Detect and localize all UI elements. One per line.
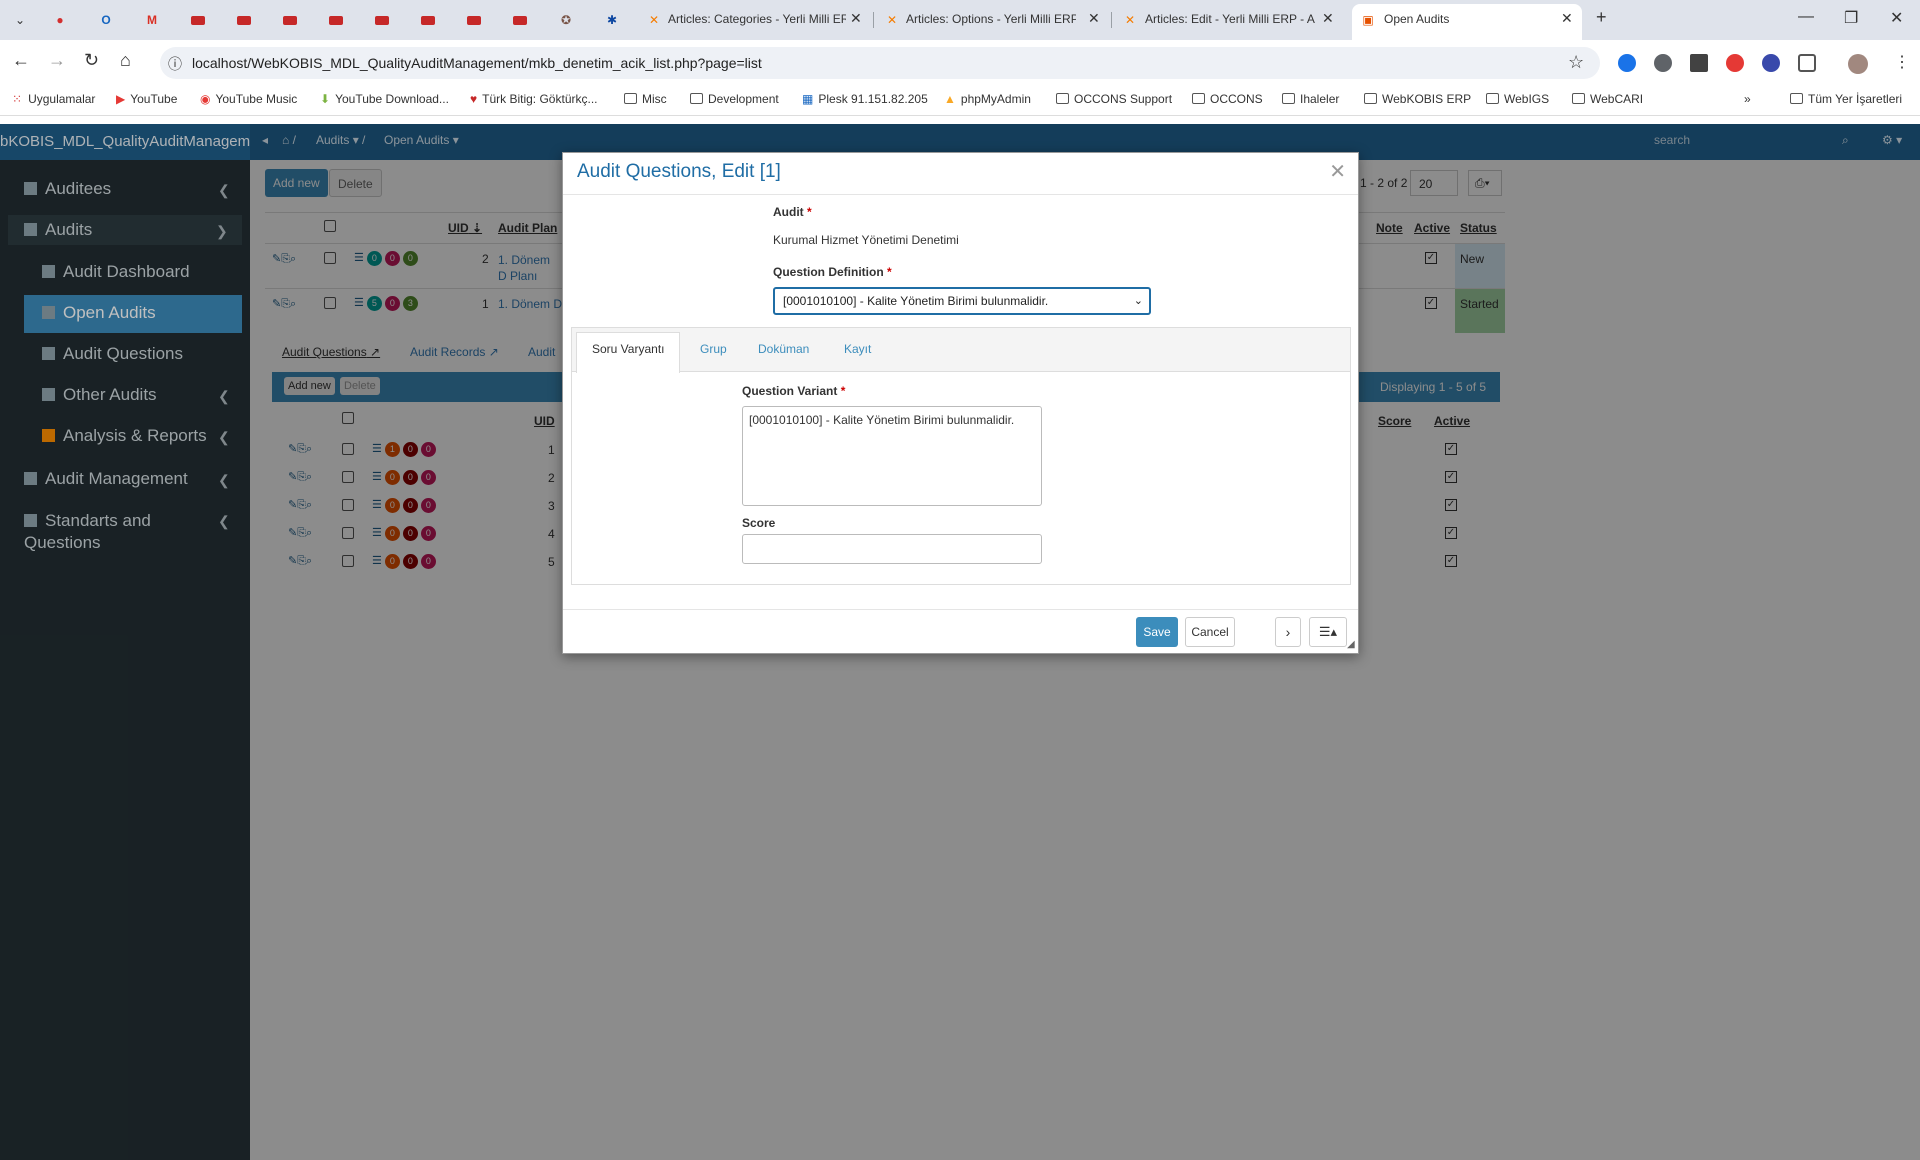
pinned-tab-app-icon[interactable] [188, 10, 208, 30]
audit-value: Kurumal Hizmet Yönetimi Denetimi [773, 233, 959, 247]
next-record-icon[interactable]: › [1275, 617, 1301, 647]
minimize-icon[interactable]: — [1798, 8, 1814, 26]
extension-icon[interactable] [1762, 54, 1780, 72]
browser-tab-strip: ⌄ ● O M ✪ ✱ ✕ Articles: Categories - Yer… [0, 0, 1920, 40]
bookmark-youtube-music[interactable]: ◉ YouTube Music [200, 92, 297, 106]
pinned-tab-app-icon[interactable] [234, 10, 254, 30]
tab-title[interactable]: Articles: Categories - Yerli Milli ERP [668, 12, 846, 26]
close-icon[interactable]: ✕ [1329, 159, 1346, 184]
bookmark-folder-ihaleler[interactable]: Ihaleler [1282, 92, 1339, 106]
tab-separator [1111, 12, 1112, 28]
new-tab-icon[interactable]: + [1596, 7, 1607, 28]
bookmark-folder-development[interactable]: Development [690, 92, 779, 106]
pinned-tab-tool-icon[interactable]: ✱ [602, 10, 622, 30]
forward-icon[interactable]: → [48, 50, 66, 71]
cancel-button[interactable]: Cancel [1185, 617, 1235, 647]
question-variant-label: Question Variant * [742, 384, 846, 398]
question-definition-select[interactable]: [0001010100] - Kalite Yönetim Birimi bul… [773, 287, 1151, 315]
pinned-tab-app-icon[interactable] [280, 10, 300, 30]
pinned-tab-outlook-icon[interactable]: O [96, 10, 116, 30]
bookmark-folder-webkobis-erp[interactable]: WebKOBIS ERP [1364, 92, 1471, 106]
extension-icon[interactable] [1654, 54, 1672, 72]
dialog-divider [563, 194, 1358, 195]
extensions-puzzle-icon[interactable] [1798, 54, 1816, 72]
pinned-tab-app-icon[interactable] [418, 10, 438, 30]
tab-close-icon[interactable]: ✕ [1088, 10, 1100, 27]
restore-icon[interactable]: ❐ [1844, 8, 1858, 28]
score-label: Score [742, 516, 776, 530]
bookmark-turk-bitig[interactable]: ♥ Türk Bitig: Göktürkç... [470, 92, 597, 106]
tab-close-icon[interactable]: ✕ [1561, 10, 1573, 27]
bookmark-folder-occons[interactable]: OCCONS [1192, 92, 1263, 106]
extension-icon[interactable] [1690, 54, 1708, 72]
bookmark-youtube-download[interactable]: ⬇ YouTube Download... [320, 92, 449, 106]
question-definition-label: Question Definition * [773, 265, 892, 279]
question-variant-textarea[interactable]: [0001010100] - Kalite Yönetim Birimi bul… [742, 406, 1042, 506]
bookmark-folder-occons-support[interactable]: OCCONS Support [1056, 92, 1172, 106]
edit-dialog: Audit Questions, Edit [1] ✕ Audit * Kuru… [562, 152, 1359, 654]
bookmark-plesk[interactable]: ▦ Plesk 91.151.82.205 [802, 92, 928, 106]
bookmark-folder-misc[interactable]: Misc [624, 92, 667, 106]
translate-extension-icon[interactable] [1618, 54, 1636, 72]
bookmark-folder-webcari[interactable]: WebCARI [1572, 92, 1643, 106]
tab-title[interactable]: Articles: Edit - Yerli Milli ERP - A [1145, 12, 1315, 26]
browser-menu-icon[interactable]: ⋮ [1894, 52, 1910, 72]
back-icon[interactable]: ← [12, 50, 30, 71]
dialog-title: Audit Questions, Edit [1] [577, 161, 781, 182]
tab-close-icon[interactable]: ✕ [850, 10, 862, 27]
url-text[interactable]: localhost/WebKOBIS_MDL_QualityAuditManag… [192, 55, 762, 71]
more-bookmarks-icon[interactable]: » [1744, 92, 1751, 106]
save-button[interactable]: Save [1136, 617, 1178, 647]
tab-dokuman[interactable]: Doküman [758, 342, 809, 356]
bookmark-youtube[interactable]: ▶ YouTube [116, 92, 177, 106]
score-input[interactable] [742, 534, 1042, 564]
pinned-tab-app-icon[interactable] [326, 10, 346, 30]
joomla-icon: ✕ [648, 13, 660, 27]
pinned-tab-app-icon[interactable] [372, 10, 392, 30]
pinned-tab-bug-icon[interactable]: ✪ [556, 10, 576, 30]
open-audits-favicon: ▣ [1362, 13, 1374, 27]
tab-close-icon[interactable]: ✕ [1322, 10, 1334, 27]
tab-title[interactable]: Open Audits [1384, 12, 1534, 26]
joomla-icon: ✕ [886, 13, 898, 27]
pinned-tab-record-icon[interactable]: ● [50, 10, 70, 30]
tab-separator [873, 12, 874, 28]
joomla-icon: ✕ [1124, 13, 1136, 27]
sidebar-backdrop [0, 124, 250, 1160]
question-definition-value: [0001010100] - Kalite Yönetim Birimi bul… [783, 294, 1049, 308]
all-bookmarks[interactable]: Tüm Yer İşaretleri [1790, 92, 1902, 106]
bookmark-phpmyadmin[interactable]: ▲ phpMyAdmin [944, 92, 1031, 106]
tab-grup[interactable]: Grup [700, 342, 727, 356]
bookmark-apps[interactable]: ⁙ Uygulamalar [12, 92, 95, 106]
profile-avatar[interactable] [1848, 54, 1868, 74]
site-info-icon[interactable]: ⓘ [168, 54, 182, 74]
tab-soru-varyanti[interactable]: Soru Varyantı [592, 342, 664, 356]
extension-icon[interactable] [1726, 54, 1744, 72]
close-window-icon[interactable]: ✕ [1890, 8, 1903, 28]
audit-label: Audit * [773, 205, 812, 219]
tabs-strip [572, 328, 1350, 372]
more-actions-menu-icon[interactable]: ☰▴ [1309, 617, 1347, 647]
reload-icon[interactable]: ↻ [84, 50, 99, 71]
bookmark-folder-webigs[interactable]: WebIGS [1486, 92, 1549, 106]
tab-title[interactable]: Articles: Options - Yerli Milli ERP [906, 12, 1076, 26]
tab-search-icon[interactable]: ⌄ [10, 10, 30, 30]
pinned-tab-app-icon[interactable] [464, 10, 484, 30]
tab-kayit[interactable]: Kayıt [844, 342, 871, 356]
bookmark-star-icon[interactable]: ☆ [1568, 52, 1584, 73]
resize-handle-icon[interactable]: ◢ [1347, 639, 1355, 650]
dialog-footer-divider [563, 609, 1358, 610]
pinned-tab-gmail-icon[interactable]: M [142, 10, 162, 30]
home-icon[interactable]: ⌂ [120, 50, 131, 71]
chevron-down-icon: ⌄ [1133, 295, 1143, 307]
question-tabs-panel: Soru Varyantı Grup Doküman Kayıt Questio… [571, 327, 1351, 585]
pinned-tab-app-icon[interactable] [510, 10, 530, 30]
